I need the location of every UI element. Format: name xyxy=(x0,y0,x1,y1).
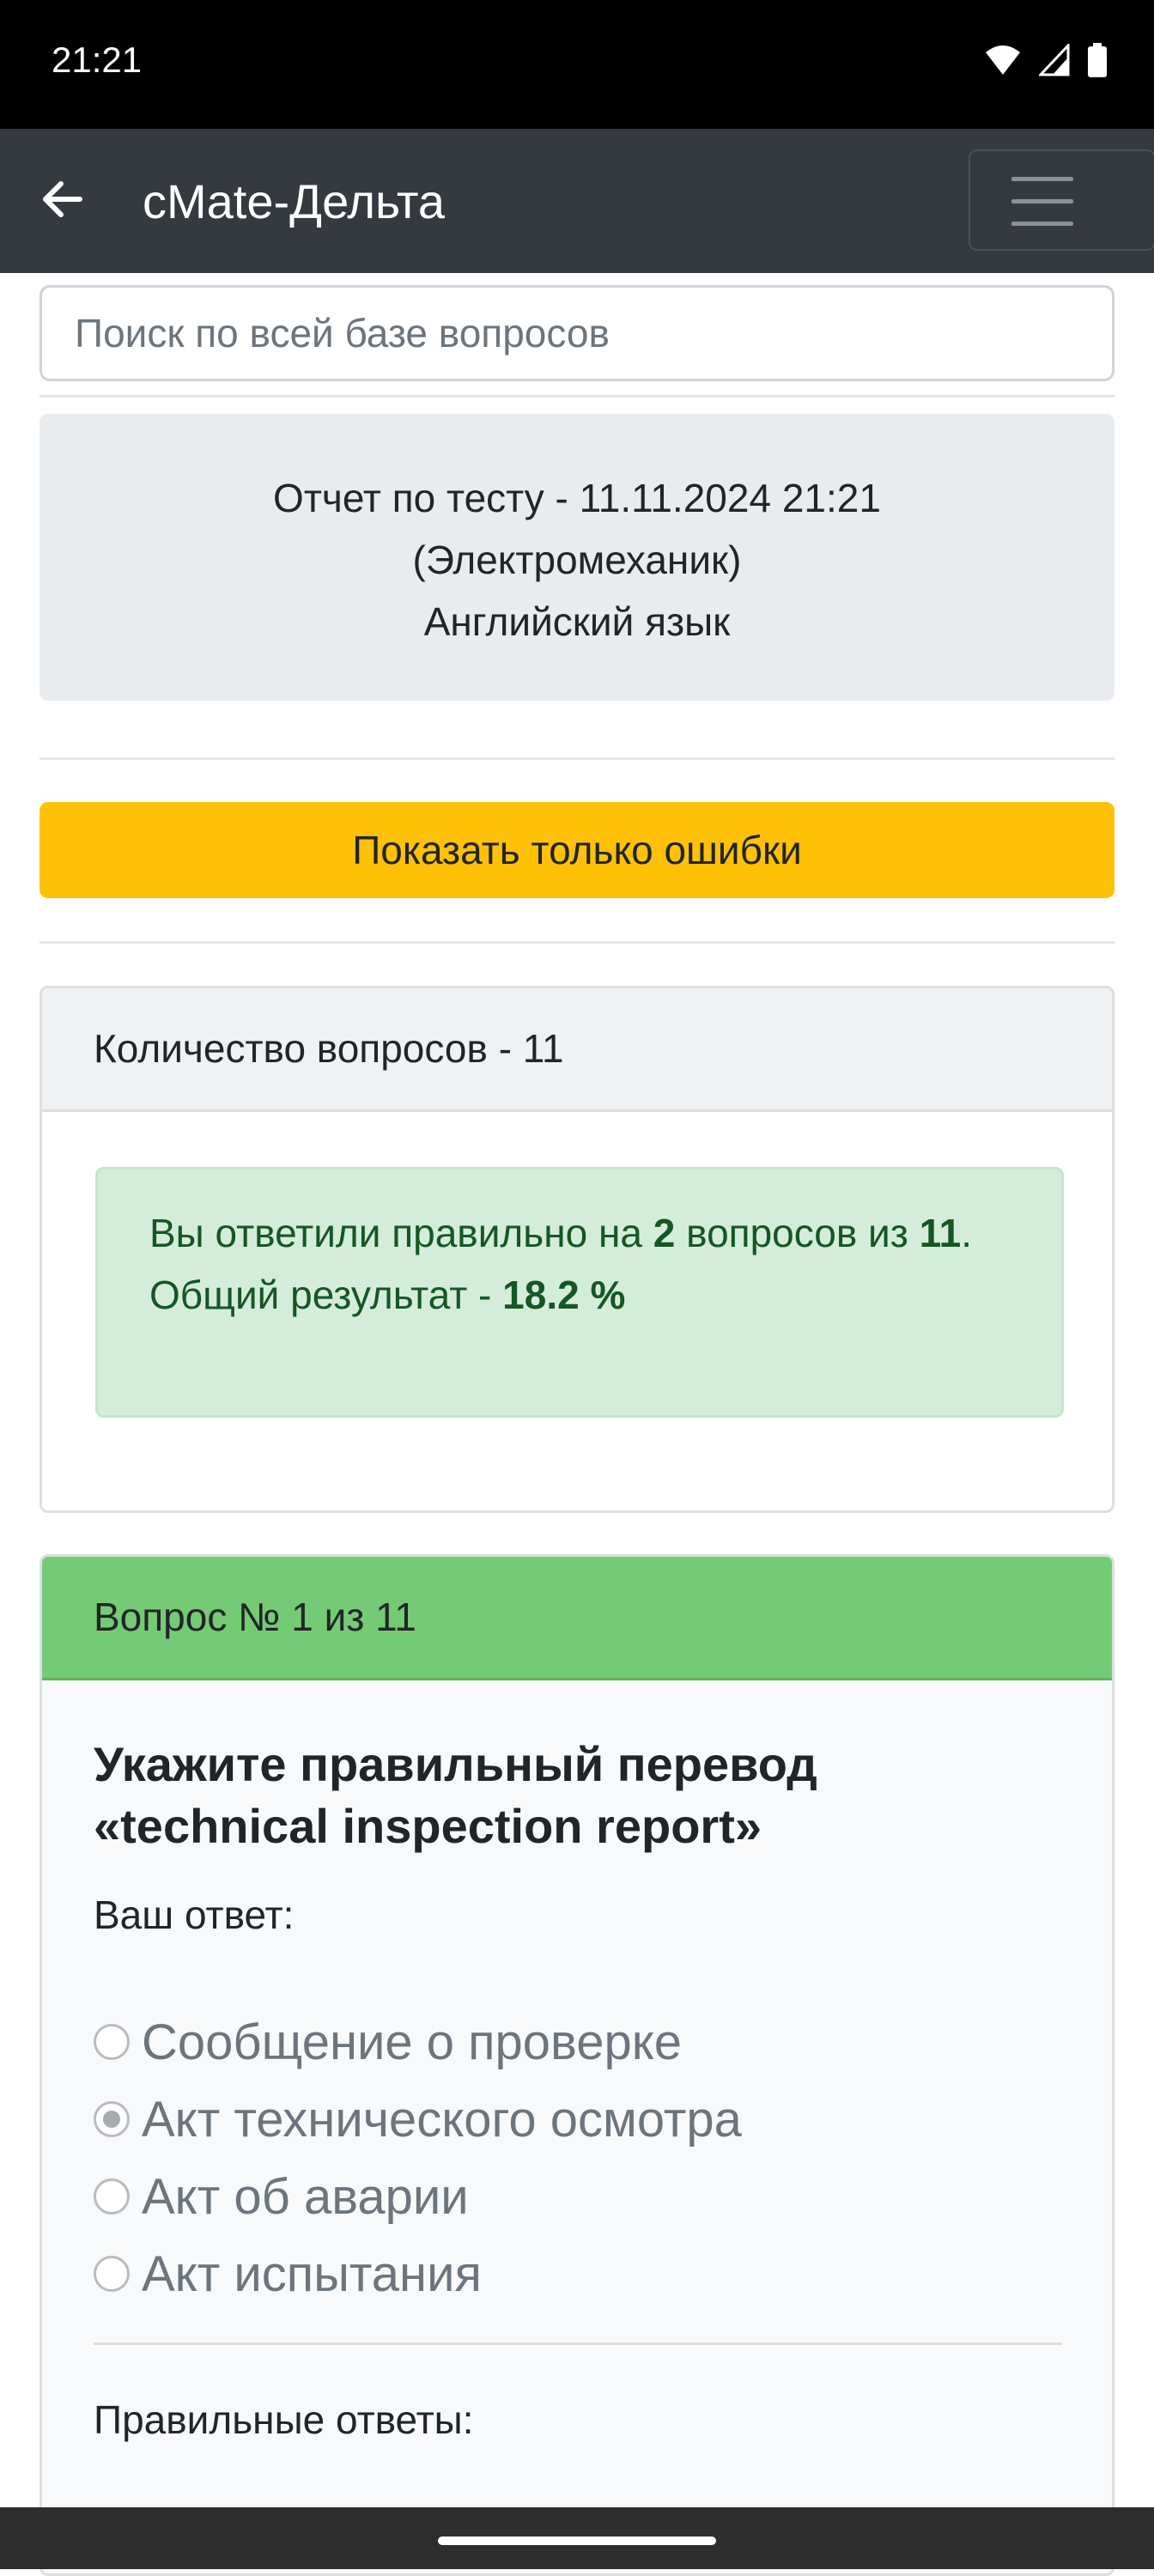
answer-option: Сообщение о проверке xyxy=(94,2003,742,2081)
status-time: 21:21 xyxy=(52,39,143,80)
option-label: Акт об аварии xyxy=(142,2168,469,2225)
hamburger-icon-bar xyxy=(1011,199,1073,204)
summary-card: Количество вопросов - 11 Вы ответили пра… xyxy=(39,986,1115,1513)
divider xyxy=(94,2342,1062,2345)
your-answer-label: Ваш ответ: xyxy=(94,1893,295,1937)
divider xyxy=(39,757,1115,760)
arrow-left-icon xyxy=(40,180,83,222)
hamburger-icon-bar xyxy=(1011,222,1073,226)
option-label: Сообщение о проверке xyxy=(142,2014,682,2070)
battery-icon xyxy=(1087,43,1108,82)
result-alert: Вы ответили правильно на 2 вопросов из 1… xyxy=(95,1167,1064,1418)
report-info: Отчет по тесту - 11.11.2024 21:21 (Элект… xyxy=(39,414,1115,701)
divider xyxy=(39,941,1115,944)
report-title: Отчет по тесту - 11.11.2024 21:21 xyxy=(273,476,881,520)
period: . xyxy=(961,1211,973,1255)
hamburger-icon xyxy=(1011,177,1073,181)
menu-toggle-button[interactable] xyxy=(969,149,1154,251)
answer-option: Акт об аварии xyxy=(94,2158,742,2235)
answered-middle: вопросов из xyxy=(675,1211,920,1255)
correct-answers-label: Правильные ответы: xyxy=(94,2397,474,2442)
search-input[interactable]: Поиск по всей базе вопросов xyxy=(39,285,1115,381)
answered-text: Вы ответили правильно на 2 вопросов из 1… xyxy=(149,1202,1010,1264)
option-label: Акт испытания xyxy=(142,2245,482,2302)
status-bar: 21:21 xyxy=(0,0,1154,129)
radio-button xyxy=(94,2256,130,2292)
result-prefix: Общий результат - xyxy=(149,1273,503,1317)
app-title: cMate-Дельта xyxy=(143,174,445,228)
show-errors-button[interactable]: Показать только ошибки xyxy=(39,802,1115,898)
question-text-line: Укажите правильный перевод xyxy=(94,1737,817,1791)
wifi-icon xyxy=(984,44,1022,81)
correct-count: 2 xyxy=(653,1211,676,1255)
back-button[interactable] xyxy=(34,173,89,228)
question-card: Вопрос № 1 из 11 Укажите правильный пере… xyxy=(39,1554,1115,2576)
result-percent: 18.2 % xyxy=(502,1273,626,1317)
total-count: 11 xyxy=(919,1211,962,1255)
radio-button xyxy=(94,2024,130,2060)
report-position: (Электромеханик) xyxy=(412,538,742,582)
answer-option: Акт технического осмотра xyxy=(94,2081,742,2158)
option-label: Акт технического осмотра xyxy=(142,2091,742,2148)
question-text-line: «technical inspection report» xyxy=(94,1799,762,1853)
answer-option: Акт испытания xyxy=(94,2235,742,2312)
answer-options: Сообщение о проверке Акт технического ос… xyxy=(94,2003,742,2312)
report-subject: Английский язык xyxy=(423,599,731,644)
summary-header: Количество вопросов - 11 xyxy=(42,988,1112,1112)
radio-button-checked xyxy=(94,2101,130,2137)
signal-icon xyxy=(1037,42,1070,81)
result-text: Общий результат - 18.2 % xyxy=(149,1264,1010,1326)
status-icons xyxy=(984,42,1108,82)
divider xyxy=(39,395,1115,398)
radio-button xyxy=(94,2178,130,2215)
home-handle[interactable] xyxy=(438,2537,716,2545)
app-bar: cMate-Дельта xyxy=(0,129,1154,273)
answered-prefix: Вы ответили правильно на xyxy=(149,1211,653,1255)
question-header: Вопрос № 1 из 11 xyxy=(42,1557,1112,1680)
question-text: Укажите правильный перевод «technical in… xyxy=(94,1734,1038,1857)
